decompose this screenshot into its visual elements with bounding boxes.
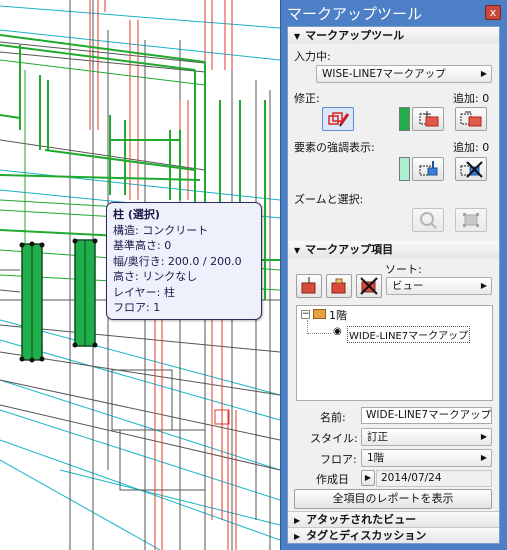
floor-label: フロア: [320,453,357,466]
style-dropdown[interactable]: 訂正 ▶ [361,428,492,446]
palette-body: ▼ マークアップツール 入力中: WISE-LINE7マークアップ ▶ 修正: 追… [287,26,500,544]
markup-tool-palette: マークアップツール x ▼ マークアップツール 入力中: WISE-LINE7マー… [280,0,507,550]
delete-markup-icon [360,277,378,295]
tree-expander-icon[interactable]: − [301,310,310,319]
highlight-color-swatch[interactable] [399,157,410,181]
tree-floor-label[interactable]: 1階 [329,307,347,323]
model-viewport[interactable]: 柱 (選択) 構造: コンクリート 基準高さ: 0 幅/奥行き: 200.0 /… [0,0,280,550]
section-title: マークアップツール [305,29,405,42]
input-dropdown-value: WISE-LINE7マークアップ [322,68,446,80]
remove-markup-icon [460,111,482,127]
zoom-icon [420,212,437,229]
date-label: 作成日 [316,473,349,486]
section-title: タグとディスカッション [306,529,427,542]
new-folder-button[interactable] [326,274,352,298]
select-elements-icon [463,213,479,227]
highlight-label: 要素の強調表示: [294,141,375,154]
highlight-remove-button[interactable] [455,157,487,181]
name-label: 名前: [320,411,346,424]
chevron-right-icon: ▶ [480,281,487,290]
modify-color-swatch[interactable] [399,107,410,131]
collapse-triangle-icon: ▼ [294,32,301,41]
folder-icon [313,309,326,319]
show-report-button[interactable]: 全項目のレポートを表示 [294,489,492,509]
modify-markup-button[interactable] [322,107,354,131]
floor-dropdown-value: 1階 [367,452,385,464]
highlight-remove-icon [460,161,483,178]
selected-column-2 [72,238,98,348]
new-markup-icon [301,277,316,294]
zoom-button[interactable] [412,208,444,232]
input-dropdown[interactable]: WISE-LINE7マークアップ ▶ [316,65,492,83]
tooltip-row-base-height: 基準高さ: 0 [113,239,172,252]
modify-label: 修正: [294,92,320,105]
style-label: スタイル: [310,432,358,445]
expand-triangle-icon: ▶ [294,516,301,525]
name-field[interactable]: WIDE-LINE7マークアップ [361,407,492,424]
selected-column-1 [19,241,45,363]
tooltip-row-floor: フロア: 1 [113,301,161,314]
pencil-markup-icon [328,112,350,127]
sort-dropdown[interactable]: ビュー ▶ [386,277,492,295]
section-title: アタッチされたビュー [306,513,417,526]
tooltip-row-structure: 構造: コンクリート [113,223,209,237]
modify-remove-button[interactable] [455,107,487,131]
palette-title[interactable]: マークアップツール [281,0,507,26]
element-info-tooltip: 柱 (選択) 構造: コンクリート 基準高さ: 0 幅/奥行き: 200.0 /… [106,202,262,320]
date-expand-icon[interactable]: ▶ [361,470,375,486]
sort-label: ソート: [385,263,422,276]
tooltip-title: 柱 (選択) [113,208,160,221]
markup-tree[interactable]: − 1階 ◉ WIDE-LINE7マークアップ [296,305,493,401]
style-dropdown-value: 訂正 [367,431,388,443]
highlight-add-button[interactable] [412,157,444,181]
sort-dropdown-value: ビュー [392,280,424,292]
section-header-markup-items[interactable]: ▼ マークアップ項目 [288,241,499,258]
close-icon[interactable]: x [485,5,501,20]
tree-guide-line [307,320,308,334]
tree-item-markup[interactable]: WIDE-LINE7マークアップ [347,326,471,343]
input-label: 入力中: [294,50,331,63]
section-title: マークアップ項目 [305,243,394,256]
date-value: 2014/07/24 [376,470,492,487]
tooltip-row-layer: レイヤー: 柱 [113,285,175,299]
highlight-add-count: 追加: 0 [453,141,490,154]
chevron-right-icon: ▶ [480,69,487,78]
modify-add-count: 追加: 0 [453,92,490,105]
delete-markup-button[interactable] [356,274,382,298]
new-markup-button[interactable] [296,274,322,298]
modify-add-button[interactable] [412,107,444,131]
section-header-markup-tool[interactable]: ▼ マークアップツール [288,27,499,44]
collapse-triangle-icon: ▼ [294,246,301,255]
chevron-right-icon: ▶ [480,453,487,462]
tooltip-row-width-depth: 幅/奥行き: 200.0 / 200.0 [113,254,242,268]
add-markup-icon [419,111,439,127]
chevron-right-icon: ▶ [480,432,487,441]
floor-dropdown[interactable]: 1階 ▶ [361,449,492,467]
select-elements-button[interactable] [455,208,487,232]
tooltip-row-height: 高さ: リンクなし [113,270,198,283]
tree-guide-line [307,333,331,334]
eye-icon[interactable]: ◉ [333,326,342,337]
zoom-select-label: ズームと選択: [294,193,364,206]
expand-triangle-icon: ▶ [294,532,301,541]
section-tags-discussion[interactable]: ▶ タグとディスカッション [288,527,499,543]
highlight-add-icon [419,161,438,176]
folder-markup-icon [331,278,346,294]
section-attached-views[interactable]: ▶ アタッチされたビュー [288,511,499,527]
